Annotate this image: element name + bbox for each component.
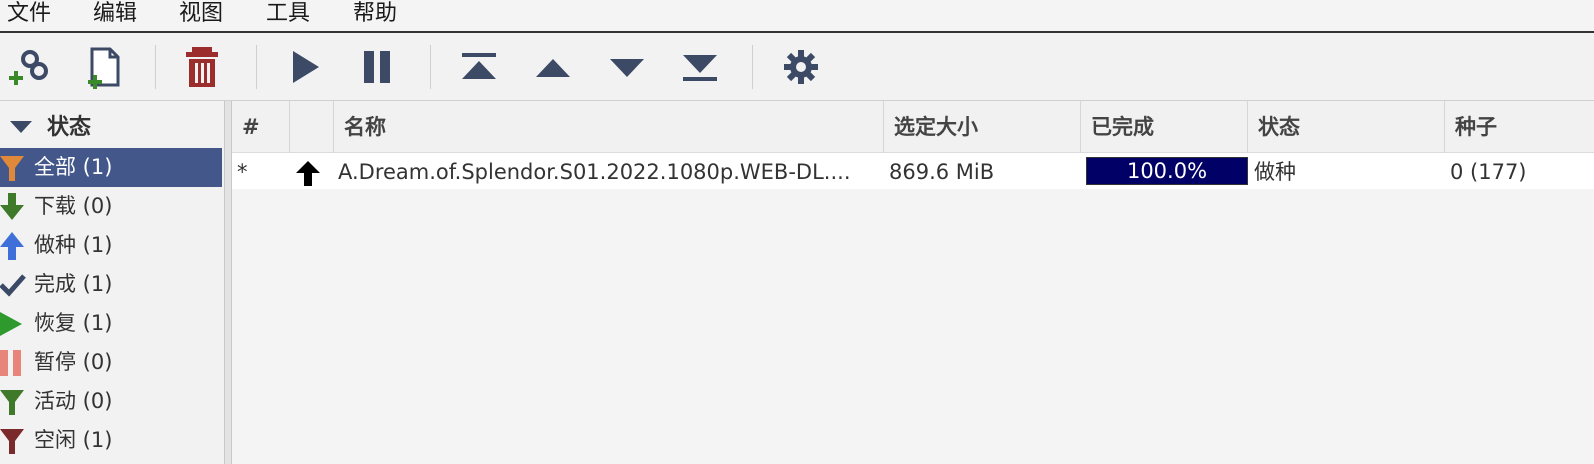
queue-down-button[interactable] xyxy=(603,43,651,91)
arrow-up-icon xyxy=(0,232,24,260)
menu-bar: 文件 编辑 视图 工具 帮助 xyxy=(0,0,1594,33)
arrow-up-icon xyxy=(296,161,320,186)
pause-icon xyxy=(0,350,21,376)
pause-icon xyxy=(364,51,390,83)
sidebar-item-downloading[interactable]: 下载 (0) xyxy=(0,187,222,226)
toolbar xyxy=(0,33,1594,101)
link-plus-icon xyxy=(9,50,48,85)
sidebar-item-label: 空闲 (1) xyxy=(34,428,113,452)
funnel-icon xyxy=(0,390,24,415)
row-size: 869.6 MiB xyxy=(889,160,995,184)
preferences-button[interactable] xyxy=(777,43,825,91)
sidebar-item-label: 完成 (1) xyxy=(34,272,113,296)
move-top-icon xyxy=(462,53,496,79)
sidebar-item-all[interactable]: 全部 (1) xyxy=(0,148,222,187)
play-icon xyxy=(293,51,319,83)
toolbar-separator xyxy=(155,45,156,89)
trash-icon xyxy=(186,47,218,87)
menu-file[interactable]: 文件 xyxy=(7,0,51,30)
sidebar-item-label: 做种 (1) xyxy=(34,233,113,257)
move-down-icon xyxy=(610,59,644,77)
app-window: 文件 编辑 视图 工具 帮助 状态 全部 (1) 下载 (0) 做种 (1) 完… xyxy=(0,0,1594,464)
sidebar-item-label: 活动 (0) xyxy=(34,389,113,413)
column-header-name[interactable]: 名称 xyxy=(334,101,884,153)
gear-icon xyxy=(784,50,818,84)
collapse-triangle-icon xyxy=(10,121,32,133)
queue-top-button[interactable] xyxy=(455,43,503,91)
file-plus-icon xyxy=(88,47,120,89)
sidebar-section-status[interactable]: 状态 xyxy=(0,111,224,141)
remove-torrent-button[interactable] xyxy=(180,43,228,91)
sidebar-item-label: 恢复 (1) xyxy=(34,311,113,335)
column-header-progress[interactable]: 已完成 xyxy=(1081,101,1248,153)
column-header-state[interactable] xyxy=(290,101,334,153)
play-icon xyxy=(0,312,22,336)
check-icon xyxy=(0,274,26,297)
move-up-icon xyxy=(536,59,570,77)
sidebar-item-seeding[interactable]: 做种 (1) xyxy=(0,226,222,265)
row-seeds: 0 (177) xyxy=(1450,160,1527,184)
row-index: * xyxy=(237,160,248,184)
column-header-seeds[interactable]: 种子 xyxy=(1445,101,1594,153)
column-header-index[interactable]: # xyxy=(232,101,290,153)
table-row[interactable]: * A.Dream.of.Splendor.S01.2022.1080p.WEB… xyxy=(232,153,1594,189)
sidebar-item-label: 暂停 (0) xyxy=(34,350,113,374)
toolbar-separator xyxy=(430,45,431,89)
add-torrent-url-button[interactable] xyxy=(6,43,54,91)
column-header-status[interactable]: 状态 xyxy=(1248,101,1445,153)
arrow-down-icon xyxy=(0,193,24,220)
sidebar-section-label: 状态 xyxy=(47,115,92,140)
sidebar-item-completed[interactable]: 完成 (1) xyxy=(0,265,222,304)
funnel-icon xyxy=(0,156,24,181)
move-bottom-icon xyxy=(683,55,717,81)
sidebar-item-active[interactable]: 活动 (0) xyxy=(0,382,222,421)
queue-bottom-button[interactable] xyxy=(676,43,724,91)
menu-help[interactable]: 帮助 xyxy=(353,0,397,30)
table-header: # 名称 选定大小 已完成 状态 种子 xyxy=(232,101,1594,153)
sidebar-splitter[interactable] xyxy=(224,101,232,464)
pause-button[interactable] xyxy=(354,43,402,91)
row-status: 做种 xyxy=(1254,160,1296,184)
funnel-icon xyxy=(0,429,24,454)
resume-button[interactable] xyxy=(280,43,328,91)
menu-view[interactable]: 视图 xyxy=(179,0,223,30)
row-name: A.Dream.of.Splendor.S01.2022.1080p.WEB-D… xyxy=(338,160,851,184)
progress-label: 100.0% xyxy=(1126,159,1208,183)
queue-up-button[interactable] xyxy=(529,43,577,91)
sidebar-item-label: 全部 (1) xyxy=(34,155,113,179)
sidebar-item-paused[interactable]: 暂停 (0) xyxy=(0,343,222,382)
menu-tools[interactable]: 工具 xyxy=(266,0,310,30)
add-torrent-file-button[interactable] xyxy=(80,43,128,91)
toolbar-separator xyxy=(752,45,753,89)
progress-bar: 100.0% xyxy=(1086,157,1248,185)
torrent-table: # 名称 选定大小 已完成 状态 种子 * A.Dream.of.Splendo… xyxy=(232,101,1594,464)
status-sidebar: 状态 全部 (1) 下载 (0) 做种 (1) 完成 (1) 恢复 (1) 暂停… xyxy=(0,101,224,464)
sidebar-item-label: 下载 (0) xyxy=(34,194,113,218)
sidebar-item-resumed[interactable]: 恢复 (1) xyxy=(0,304,222,343)
column-header-size[interactable]: 选定大小 xyxy=(884,101,1081,153)
menu-edit[interactable]: 编辑 xyxy=(93,0,137,30)
toolbar-separator xyxy=(256,45,257,89)
sidebar-item-inactive[interactable]: 空闲 (1) xyxy=(0,421,222,460)
